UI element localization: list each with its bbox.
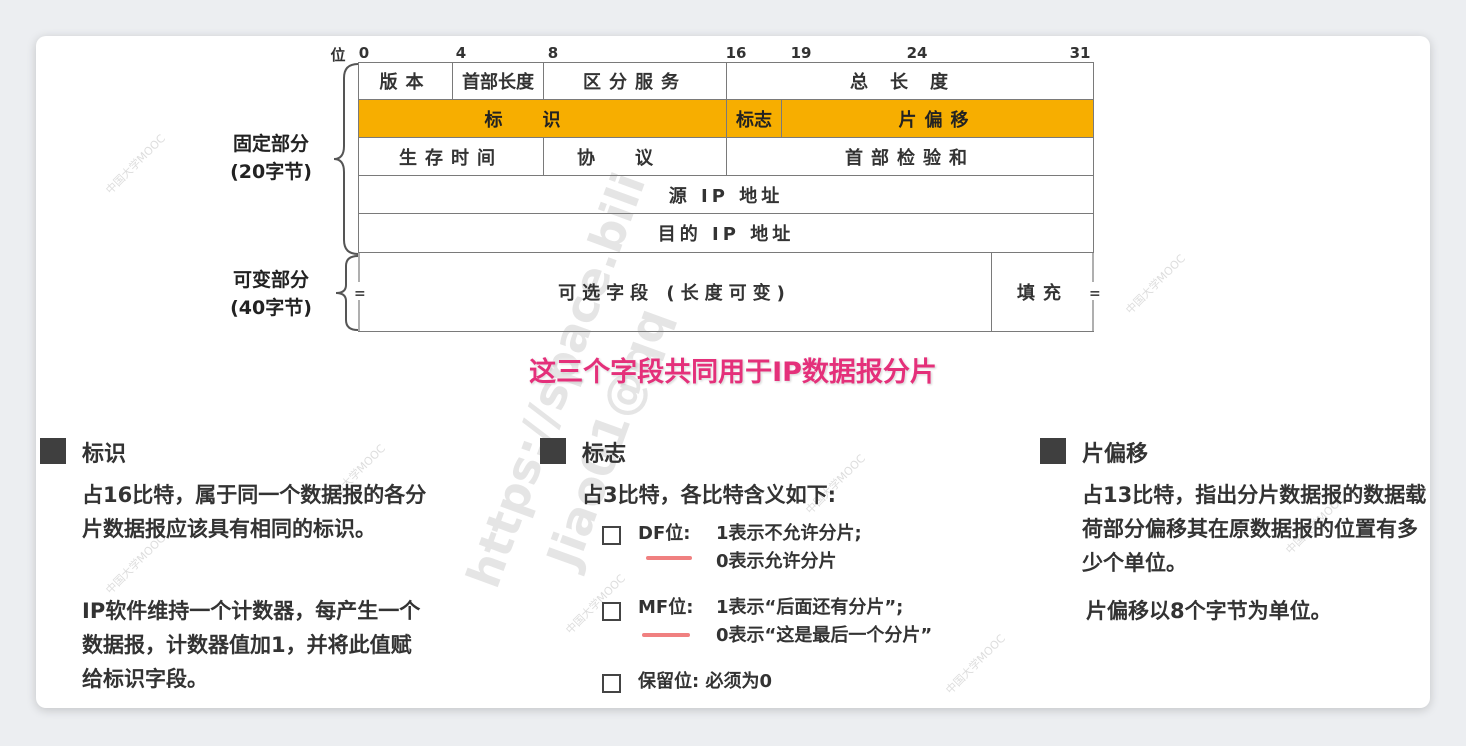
identification-desc-1: 占16比特，属于同一个数据报的各分片数据报应该具有相同的标识。	[82, 483, 427, 541]
slide-card: 中国大学MOOC 中国大学MOOC 中国大学MOOC 中国大学MOOC 中国大学…	[36, 36, 1430, 708]
field-total-length: 总长度	[726, 62, 1094, 100]
variable-part-size: (40字节)	[230, 297, 312, 319]
df-checkbox-icon	[602, 526, 621, 545]
watermark-text: 中国大学MOOC	[943, 632, 1008, 697]
field-flags: 标志	[726, 99, 782, 138]
mf-value-0: 0表示“这是最后一个分片”	[716, 625, 933, 646]
mf-checkbox-icon	[602, 602, 621, 621]
bit-tick-4: 4	[455, 44, 467, 62]
mf-underline	[642, 633, 690, 637]
variable-part-label: 可变部分 (40字节)	[216, 266, 326, 322]
bit-tick-31: 31	[1069, 44, 1091, 62]
df-underline	[646, 556, 692, 560]
field-padding: 填充	[991, 252, 1094, 332]
field-identification: 标识	[358, 99, 727, 138]
fragment-offset-title: 片偏移	[1082, 442, 1149, 467]
field-source-ip: 源 IP 地址	[358, 175, 1094, 214]
identification-desc-2: IP软件维持一个计数器，每产生一个数据报，计数器值加1，并将此值赋给标识字段。	[82, 599, 421, 691]
field-header-length: 首部长度	[452, 62, 544, 100]
bit-tick-8: 8	[547, 44, 559, 62]
fixed-part-size: (20字节)	[230, 161, 312, 183]
options-right-edge	[1092, 252, 1094, 332]
fixed-part-title: 固定部分	[232, 133, 309, 155]
field-header-checksum: 首部检验和	[726, 137, 1094, 176]
watermark-text: 中国大学MOOC	[1123, 252, 1188, 317]
fragment-offset-desc-2: 片偏移以8个字节为单位。	[1086, 599, 1332, 623]
section-bullet-icon	[1040, 438, 1066, 464]
field-protocol: 协议	[543, 137, 727, 176]
variable-part-title: 可变部分	[232, 269, 309, 291]
mf-value-1: 1表示“后面还有分片”;	[716, 597, 904, 618]
flags-title: 标志	[582, 442, 627, 467]
field-version: 版本	[358, 62, 453, 100]
fixed-part-label: 固定部分 (20字节)	[216, 130, 326, 186]
bit-tick-16: 16	[725, 44, 747, 62]
field-fragment-offset: 片偏移	[781, 99, 1094, 138]
section-bullet-icon	[540, 438, 566, 464]
field-ttl: 生存时间	[358, 137, 544, 176]
df-label: DF位:	[638, 523, 691, 544]
field-options: 可选字段 (长度可变)	[358, 252, 992, 332]
watermark-text: 中国大学MOOC	[103, 132, 168, 197]
field-differentiated-services: 区分服务	[543, 62, 727, 100]
df-value-1: 1表示不允许分片;	[716, 523, 862, 544]
field-destination-ip: 目的 IP 地址	[358, 213, 1094, 253]
bit-tick-24: 24	[906, 44, 928, 62]
flags-intro: 占3比特，各比特含义如下:	[582, 483, 837, 507]
mf-label: MF位:	[638, 597, 694, 618]
identification-title: 标识	[82, 442, 127, 467]
options-left-edge	[358, 252, 360, 332]
bit-tick-19: 19	[790, 44, 812, 62]
fragment-offset-desc-1: 占13比特，指出分片数据报的数据载荷部分偏移其在原数据报的位置有多少个单位。	[1082, 483, 1427, 575]
section-bullet-icon	[40, 438, 66, 464]
bit-tick-0: 0	[358, 44, 370, 62]
reserved-checkbox-icon	[602, 674, 621, 693]
fragmentation-callout: 这三个字段共同用于IP数据报分片	[529, 357, 937, 388]
df-value-0: 0表示允许分片	[716, 551, 837, 572]
reserved-bit: 保留位: 必须为0	[638, 671, 772, 692]
